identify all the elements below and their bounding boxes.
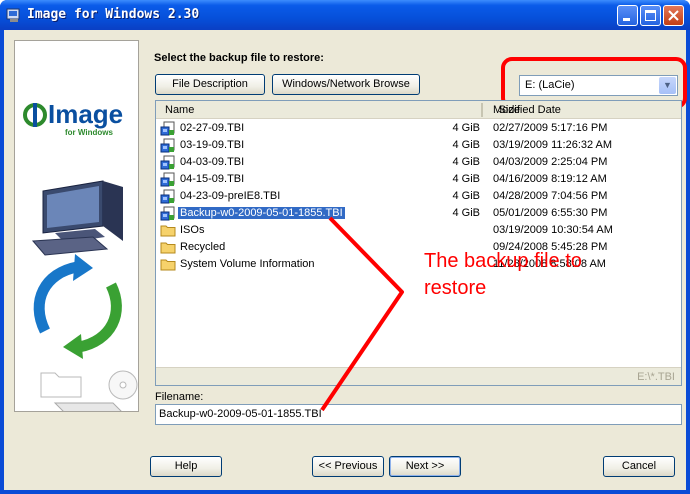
file-modified-date: 04/28/2009 7:04:56 PM (493, 190, 608, 202)
folder-icon (160, 225, 176, 237)
window-title: Image for Windows 2.30 (27, 7, 200, 22)
wizard-side-panel: Image for Windows (14, 40, 139, 414)
file-list[interactable]: Name Size Modified Date 02-27-09.TBI 4 Gi… (155, 100, 682, 386)
image-logo: Image for Windows (23, 99, 123, 137)
file-name: Recycled (180, 241, 226, 253)
file-name: 04-15-09.TBI (180, 173, 245, 185)
help-button[interactable]: Help (150, 456, 222, 477)
minimize-button[interactable] (617, 5, 638, 26)
file-list-status-bar: E:\*.TBI (156, 367, 681, 385)
side-illustration: Image for Windows (23, 99, 138, 414)
file-modified-date: 03/19/2009 11:26:32 AM (493, 139, 613, 151)
minimize-icon (623, 18, 630, 21)
file-name: 03-19-09.TBI (180, 139, 245, 151)
file-name: Backup-w0-2009-05-01-1855.TBI (178, 207, 345, 219)
file-row[interactable]: 04-15-09.TBI 4 GiB 04/16/2009 8:19:12 AM (156, 171, 681, 188)
column-header-modified[interactable]: Modified Date (493, 104, 561, 116)
annotation-text: The backup file to restore (424, 248, 582, 302)
file-name: ISOs (180, 224, 205, 236)
file-row[interactable]: 04-23-09-preIE8.TBI 4 GiB 04/28/2009 7:04:… (156, 188, 681, 205)
tbi-file-icon (160, 138, 175, 153)
folder-row[interactable]: Recycled 09/24/2008 5:45:28 PM (156, 239, 681, 256)
next-button[interactable]: Next >> (389, 456, 461, 477)
close-icon (668, 10, 679, 21)
chevron-down-icon[interactable]: ▼ (659, 77, 676, 94)
file-filter-text: E:\*.TBI (637, 371, 675, 383)
file-size: 4 GiB (452, 207, 480, 219)
tbi-file-icon (160, 172, 175, 187)
dialog-client: Image for Windows Select the backup file… (4, 30, 687, 490)
maximize-icon (645, 10, 656, 21)
folder-row[interactable]: System Volume Information 11/28/2008 8:58… (156, 256, 681, 273)
file-row[interactable]: 04-03-09.TBI 4 GiB 04/03/2009 2:25:04 PM (156, 154, 681, 171)
file-size: 4 GiB (452, 122, 480, 134)
file-name: 02-27-09.TBI (180, 122, 245, 134)
logo-text: Image (48, 99, 123, 129)
file-modified-date: 02/27/2009 5:17:16 PM (493, 122, 608, 134)
folder-row[interactable]: ISOs 03/19/2009 10:30:54 AM (156, 222, 681, 239)
file-name: System Volume Information (180, 258, 315, 270)
app-window: Image for Windows 2.30 Image for Windows (0, 0, 690, 494)
drive-select-value: E: (LaCie) (525, 79, 575, 91)
previous-button[interactable]: << Previous (312, 456, 384, 477)
tbi-file-icon (160, 155, 175, 170)
title-bar[interactable]: Image for Windows 2.30 (0, 0, 690, 30)
filename-input[interactable]: Backup-w0-2009-05-01-1855.TBI (155, 404, 682, 425)
file-description-button[interactable]: File Description (155, 74, 265, 95)
file-size: 4 GiB (452, 156, 480, 168)
logo-subtitle: for Windows (65, 128, 113, 137)
file-row[interactable]: 02-27-09.TBI 4 GiB 02/27/2009 5:17:16 PM (156, 120, 681, 137)
file-modified-date: 04/03/2009 2:25:04 PM (493, 156, 608, 168)
file-size: 4 GiB (452, 139, 480, 151)
file-modified-date: 05/01/2009 6:55:30 PM (493, 207, 608, 219)
tbi-file-icon (160, 206, 175, 221)
file-size: 4 GiB (452, 190, 480, 202)
file-row[interactable]: Backup-w0-2009-05-01-1855.TBI 4 GiB 05/01/… (156, 205, 681, 222)
restore-arrows-icon (33, 254, 122, 359)
filename-label: Filename: (155, 391, 204, 403)
media-icons (40, 370, 138, 414)
network-browse-button[interactable]: Windows/Network Browse (272, 74, 420, 95)
file-name: 04-03-09.TBI (180, 156, 245, 168)
maximize-button[interactable] (640, 5, 661, 26)
file-name: 04-23-09-preIE8.TBI (180, 190, 281, 202)
close-button[interactable] (663, 5, 684, 26)
folder-icon (160, 259, 176, 271)
drive-select[interactable]: E: (LaCie) ▼ (519, 75, 678, 96)
file-list-header: Name Size Modified Date (156, 101, 681, 119)
tbi-file-icon (160, 189, 175, 204)
file-modified-date: 03/19/2009 10:30:54 AM (493, 224, 613, 236)
file-modified-date: 04/16/2009 8:19:12 AM (493, 173, 607, 185)
annotation-line-2: restore (424, 277, 487, 299)
file-row[interactable]: 03-19-09.TBI 4 GiB 03/19/2009 11:26:32 AM (156, 137, 681, 154)
folder-icon (160, 242, 176, 254)
app-icon (6, 8, 20, 22)
cancel-button[interactable]: Cancel (603, 456, 675, 477)
tbi-file-icon (160, 121, 175, 136)
file-size: 4 GiB (452, 173, 480, 185)
column-header-name[interactable]: Name (165, 104, 194, 116)
annotation-line-1: The backup file to (424, 250, 582, 272)
instructions-label: Select the backup file to restore: (154, 52, 324, 64)
computer-icon (31, 180, 123, 256)
